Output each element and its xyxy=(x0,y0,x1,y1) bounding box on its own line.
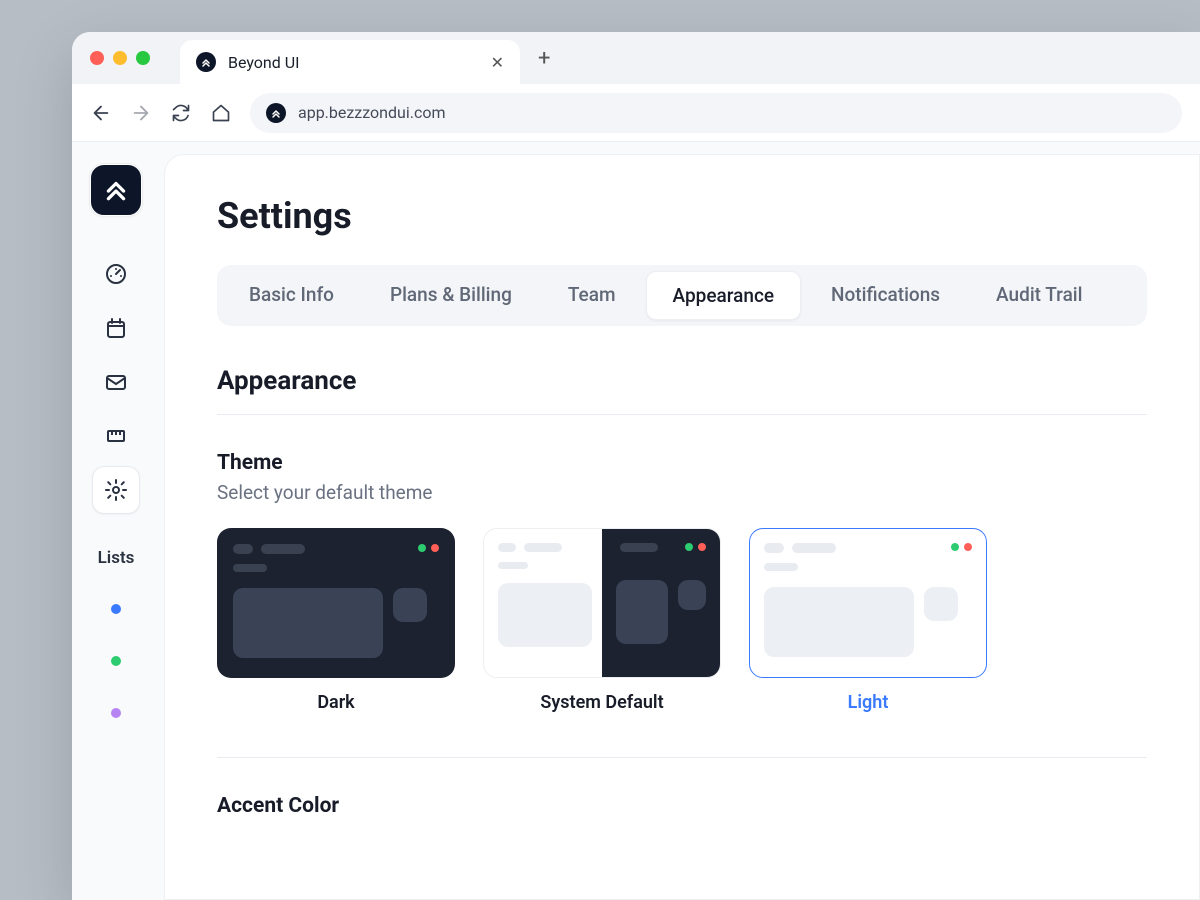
divider xyxy=(217,414,1147,415)
theme-preview-system xyxy=(483,528,721,678)
reload-icon[interactable] xyxy=(170,102,192,124)
theme-label-dark: Dark xyxy=(317,692,354,713)
browser-url-bar: app.bezzzondui.com xyxy=(72,84,1200,142)
forward-icon[interactable] xyxy=(130,102,152,124)
divider-2 xyxy=(217,757,1147,758)
tab-notifications[interactable]: Notifications xyxy=(805,271,966,320)
ruler-icon[interactable] xyxy=(92,412,140,460)
theme-option-dark[interactable]: Dark xyxy=(217,528,455,713)
window-close-button[interactable] xyxy=(90,51,104,65)
home-icon[interactable] xyxy=(210,102,232,124)
app-logo[interactable] xyxy=(90,164,142,216)
traffic-lights xyxy=(90,51,150,65)
tab-appearance[interactable]: Appearance xyxy=(646,271,802,320)
settings-icon[interactable] xyxy=(92,466,140,514)
url-favicon-icon xyxy=(266,103,286,123)
content-panel: Settings Basic Info Plans & Billing Team… xyxy=(164,154,1200,900)
list-dot-purple[interactable] xyxy=(111,708,121,718)
mail-icon[interactable] xyxy=(92,358,140,406)
window-minimize-button[interactable] xyxy=(113,51,127,65)
list-dot-blue[interactable] xyxy=(111,604,121,614)
back-icon[interactable] xyxy=(90,102,112,124)
tab-title: Beyond UI xyxy=(228,53,479,72)
theme-preview-light xyxy=(749,528,987,678)
new-tab-button[interactable]: + xyxy=(538,46,550,71)
close-icon[interactable]: ✕ xyxy=(491,53,504,72)
theme-description: Select your default theme xyxy=(217,481,1147,504)
calendar-icon[interactable] xyxy=(92,304,140,352)
settings-tabs: Basic Info Plans & Billing Team Appearan… xyxy=(217,265,1147,326)
tab-basic-info[interactable]: Basic Info xyxy=(223,271,360,320)
tab-audit-trail[interactable]: Audit Trail xyxy=(970,271,1108,320)
browser-tab[interactable]: Beyond UI ✕ xyxy=(180,40,520,84)
app-body: Lists Settings Basic Info Plans & Billin… xyxy=(72,142,1200,900)
url-input[interactable]: app.bezzzondui.com xyxy=(250,93,1182,133)
tab-plans-billing[interactable]: Plans & Billing xyxy=(364,271,538,320)
browser-tab-bar: Beyond UI ✕ + xyxy=(72,32,1200,84)
theme-preview-dark xyxy=(217,528,455,678)
theme-label-system: System Default xyxy=(540,692,663,713)
tab-favicon-icon xyxy=(196,52,216,72)
sidebar: Lists xyxy=(72,142,160,900)
lists-heading: Lists xyxy=(98,548,135,568)
theme-title: Theme xyxy=(217,451,1147,475)
accent-color-title: Accent Color xyxy=(217,794,1147,818)
page-title: Settings xyxy=(217,195,1147,237)
theme-option-light[interactable]: Light xyxy=(749,528,987,713)
window-maximize-button[interactable] xyxy=(136,51,150,65)
tab-team[interactable]: Team xyxy=(542,271,642,320)
url-text: app.bezzzondui.com xyxy=(298,103,446,122)
dashboard-icon[interactable] xyxy=(92,250,140,298)
section-title: Appearance xyxy=(217,366,1147,396)
browser-window: Beyond UI ✕ + app.bezzzondui.com xyxy=(72,32,1200,900)
list-dot-green[interactable] xyxy=(111,656,121,666)
theme-option-system[interactable]: System Default xyxy=(483,528,721,713)
theme-label-light: Light xyxy=(848,692,889,713)
theme-options: Dark xyxy=(217,528,1147,713)
